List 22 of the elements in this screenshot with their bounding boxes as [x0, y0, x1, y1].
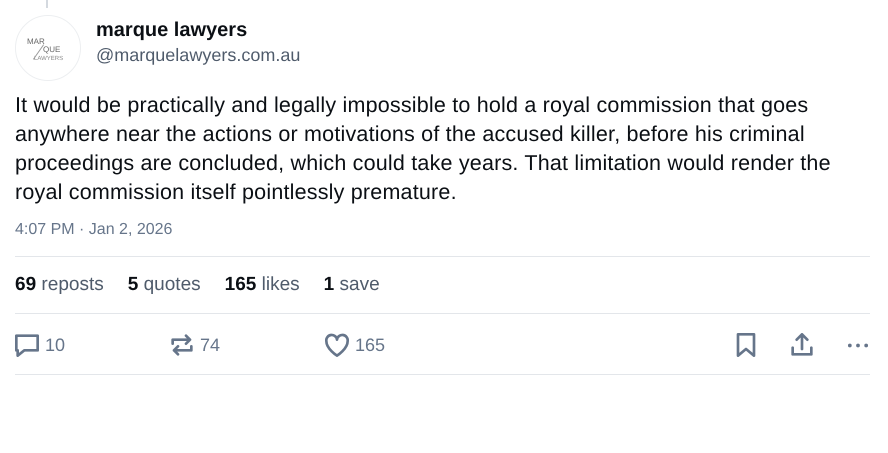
share-icon [790, 333, 814, 357]
repost-icon [170, 333, 194, 357]
stat-link[interactable]: 5 quotes [128, 274, 201, 296]
stat-link[interactable]: 1 save [324, 274, 380, 296]
post-text: It would be practically and legally impossible to hold a royal commission that goes anywhere near the actions or motivations of the accused killer, before his criminal proceedings are concluded, which could take years. That limitation would render the royal commission itself pointlessly premature. [15, 92, 832, 206]
stat-link[interactable]: 165 likes [224, 274, 300, 296]
stat-link[interactable]: 69 reposts [15, 274, 104, 296]
repost-button[interactable]: 74 [170, 333, 325, 357]
reply-button[interactable]: 10 [15, 333, 170, 357]
logo-text: MAR [27, 37, 45, 46]
share-button[interactable] [790, 333, 814, 357]
heart-icon [325, 333, 349, 357]
speech-bubble-icon [15, 333, 39, 357]
author-name[interactable]: marque lawyers [96, 18, 300, 42]
bookmark-icon [734, 333, 758, 357]
author-handle[interactable]: @marquelawyers.com.au [96, 44, 300, 66]
bookmark-button[interactable] [734, 333, 758, 357]
like-button[interactable]: 165 [325, 333, 386, 357]
more-icon [846, 342, 870, 348]
timestamp[interactable]: 4:07 PM · Jan 2, 2026 [15, 221, 870, 239]
logo-text: QUE [43, 45, 60, 54]
more-button[interactable] [846, 342, 870, 348]
